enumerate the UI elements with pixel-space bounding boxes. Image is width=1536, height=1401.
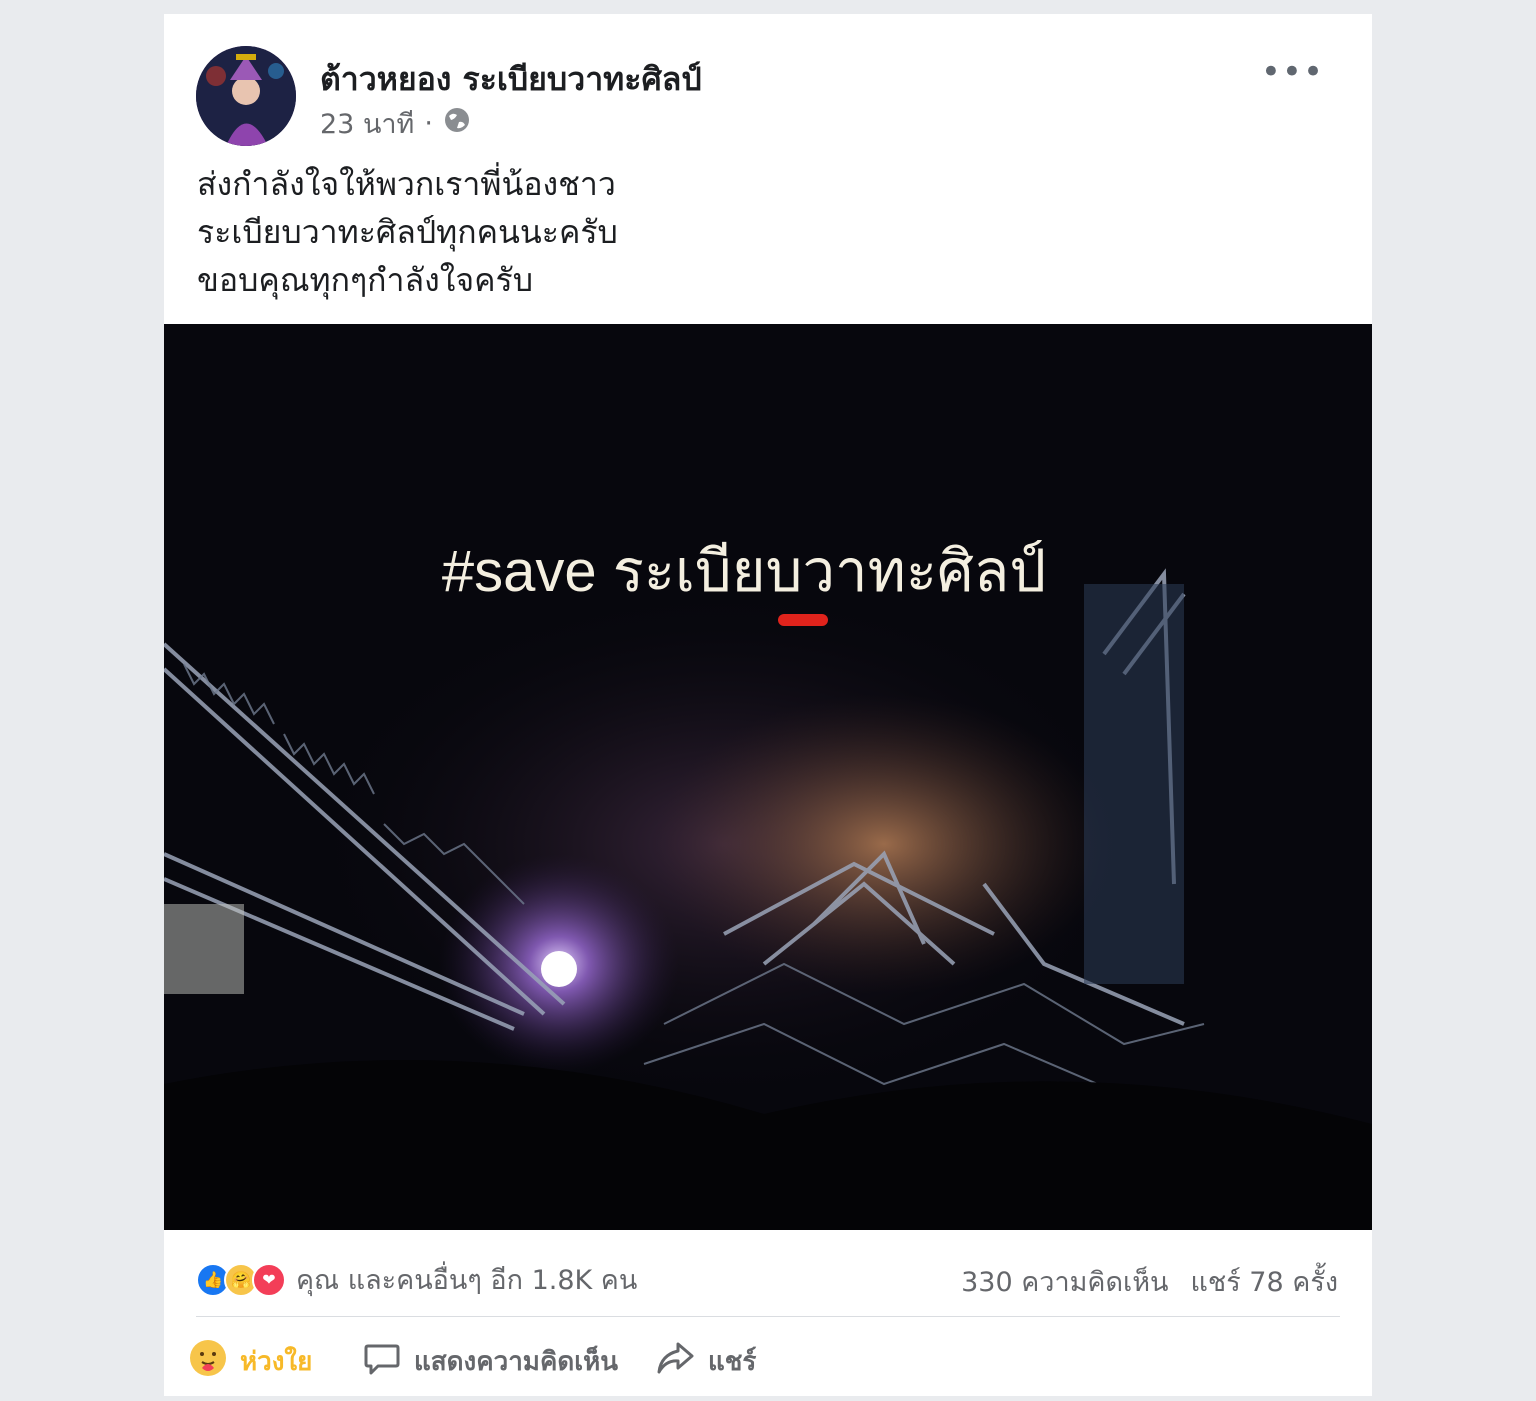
post-meta: 23 นาที · [320, 102, 471, 145]
care-label: ห่วงใย [240, 1347, 313, 1377]
reaction-summary[interactable]: 👍 🤗 ❤ คุณ และคนอื่นๆ อีก 1.8K คน [196, 1258, 637, 1301]
share-label: แชร์ [708, 1347, 757, 1377]
love-reaction-icon: ❤ [252, 1262, 286, 1297]
comment-count[interactable]: 330 ความคิดเห็น [961, 1260, 1168, 1303]
photo-caption: #save ระเบียบวาทะศิลป์ [441, 539, 1047, 604]
globe-icon [443, 106, 471, 141]
post-card: ต้าวหยอง ระเบียบวาทะศิลป์ 23 นาที · ••• … [164, 14, 1372, 1396]
care-button[interactable]: ห่วงใย [188, 1338, 312, 1385]
more-options-icon[interactable]: ••• [1261, 52, 1324, 92]
comment-button[interactable]: แสดงความคิดเห็น [362, 1338, 618, 1385]
post-header: ต้าวหยอง ระเบียบวาทะศิลป์ 23 นาที · ••• [164, 14, 1372, 154]
comment-icon [362, 1338, 402, 1385]
reaction-count[interactable]: คุณ และคนอื่นๆ อีก 1.8K คน [296, 1258, 637, 1301]
share-button[interactable]: แชร์ [654, 1338, 756, 1385]
comment-label: แสดงความคิดเห็น [414, 1347, 619, 1377]
author-name[interactable]: ต้าวหยอง ระเบียบวาทะศิลป์ [320, 54, 702, 105]
engagement-counts: 330 ความคิดเห็น แชร์ 78 ครั้ง [961, 1260, 1338, 1303]
post-timestamp[interactable]: 23 นาที [320, 102, 414, 145]
post-text-line: ขอบคุณทุกๆกำลังใจครับ [197, 261, 534, 299]
share-count[interactable]: แชร์ 78 ครั้ง [1191, 1260, 1339, 1303]
post-stats: 👍 🤗 ❤ คุณ และคนอื่นๆ อีก 1.8K คน 330 ควา… [164, 1236, 1372, 1316]
post-photo[interactable]: #save ระเบียบวาทะศิลป์ [164, 324, 1372, 1230]
collapsed-stage-image [164, 324, 1372, 1230]
share-icon [654, 1338, 696, 1385]
post-text-line: ระเบียบวาทะศิลป์ทุกคนนะครับ [197, 213, 618, 251]
care-icon [188, 1338, 228, 1385]
post-text-line: ส่งกำลังใจให้พวกเราพี่น้องชาว [197, 165, 616, 203]
post-text: ส่งกำลังใจให้พวกเราพี่น้องชาว ระเบียบวาท… [197, 160, 618, 304]
post-actions: ห่วงใย แสดงความคิดเห็น แชร์ [164, 1316, 1372, 1396]
author-avatar[interactable] [196, 46, 296, 146]
meta-separator: · [424, 108, 433, 139]
